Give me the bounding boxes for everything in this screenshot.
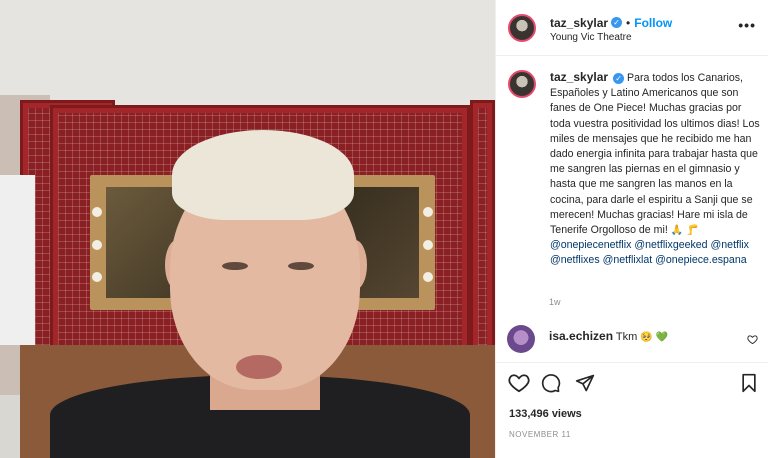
- verified-badge-icon: ✓: [613, 72, 625, 84]
- action-bar: [495, 362, 768, 404]
- caption-avatar[interactable]: [508, 70, 536, 98]
- post-header: taz_skylar ✓ • Follow Young Vic Theatre •••: [496, 0, 768, 56]
- mention-link[interactable]: @netflixes: [550, 254, 600, 266]
- comment-emojis: 🥺 💚: [640, 332, 669, 343]
- person-mouth: [236, 355, 282, 379]
- mirror-bulb: [92, 240, 102, 250]
- post-date[interactable]: NOVEMBER 11: [509, 430, 571, 439]
- locker-right: [470, 100, 495, 360]
- separator-dot: •: [626, 16, 631, 30]
- comment-row: isa.echizen Tkm 🥺 💚: [507, 325, 762, 355]
- mention-link[interactable]: @netflixgeeked: [634, 239, 707, 251]
- commenter-username[interactable]: isa.echizen: [549, 329, 613, 343]
- comment-content: isa.echizen Tkm 🥺 💚: [549, 329, 668, 343]
- mirror-bulb: [92, 272, 102, 282]
- hanging-jacket: [0, 175, 35, 345]
- send-icon[interactable]: [575, 373, 595, 398]
- person-hair: [172, 130, 354, 220]
- caption-text: Para todos los Canarios, Españoles y Lat…: [550, 72, 760, 237]
- heart-icon[interactable]: [508, 373, 530, 398]
- heart-outline-icon[interactable]: [747, 334, 758, 348]
- ceiling: [0, 0, 495, 110]
- view-count[interactable]: 133,496 views: [509, 408, 582, 420]
- bookmark-icon[interactable]: [740, 373, 758, 398]
- caption-emojis: 🙏 🦵: [670, 225, 699, 237]
- mirror-bulb: [423, 240, 433, 250]
- profile-avatar[interactable]: [508, 14, 536, 42]
- comment-text: Tkm: [615, 331, 638, 343]
- person-eye: [288, 262, 314, 270]
- more-options-icon[interactable]: •••: [738, 17, 756, 33]
- mirror-bulb: [423, 272, 433, 282]
- post-video[interactable]: [0, 0, 495, 458]
- commenter-avatar[interactable]: [507, 325, 535, 353]
- caption-time-ago[interactable]: 1w: [549, 297, 561, 307]
- comment-icon[interactable]: [541, 373, 561, 398]
- caption-username[interactable]: taz_skylar: [550, 70, 608, 84]
- mention-link[interactable]: @onepiecenetflix: [550, 239, 631, 251]
- mirror-bulb: [92, 207, 102, 217]
- follow-button[interactable]: Follow: [634, 16, 672, 30]
- mention-link[interactable]: @netflixlat: [603, 254, 653, 266]
- person-eye: [222, 262, 248, 270]
- verified-badge-icon: ✓: [611, 17, 623, 29]
- post-caption: taz_skylar ✓ Para todos los Canarios, Esp…: [550, 70, 760, 269]
- header-line: taz_skylar ✓ • Follow: [550, 14, 672, 32]
- mention-link[interactable]: @netflix: [711, 239, 749, 251]
- post-location[interactable]: Young Vic Theatre: [550, 32, 632, 43]
- mention-link[interactable]: @onepiece.espana: [655, 254, 746, 266]
- author-username[interactable]: taz_skylar: [550, 16, 608, 30]
- mirror-bulb: [423, 207, 433, 217]
